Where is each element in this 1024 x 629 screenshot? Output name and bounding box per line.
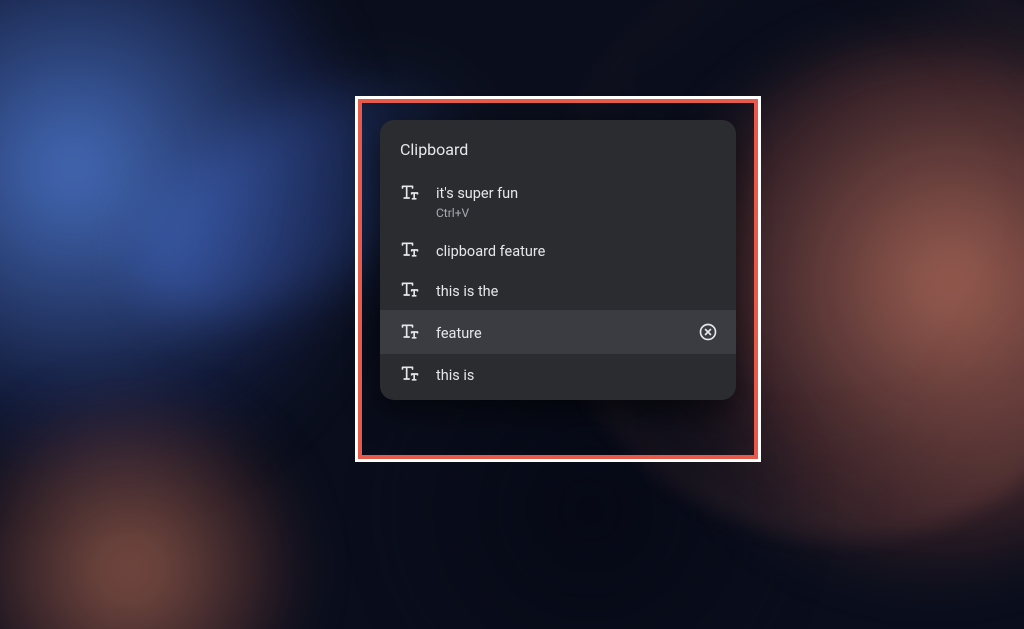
clipboard-item-shortcut: Ctrl+V	[436, 206, 720, 220]
clipboard-panel: Clipboard it's super fun Ctrl+V clipboar…	[380, 120, 736, 400]
clipboard-item-text: clipboard feature	[436, 243, 545, 260]
clipboard-panel-title: Clipboard	[380, 136, 736, 173]
text-type-icon	[400, 280, 420, 300]
clipboard-item[interactable]: clipboard feature	[380, 230, 736, 270]
clipboard-item-text: this is	[436, 367, 474, 384]
clipboard-item[interactable]: this is the	[380, 270, 736, 310]
text-type-icon	[400, 183, 420, 203]
clipboard-item[interactable]: this is	[380, 354, 736, 394]
clipboard-item-text: it's super fun	[436, 185, 518, 202]
clipboard-item[interactable]: feature	[380, 310, 736, 354]
text-type-icon	[400, 364, 420, 384]
clipboard-item[interactable]: it's super fun Ctrl+V	[380, 173, 736, 230]
text-type-icon	[400, 240, 420, 260]
text-type-icon	[400, 322, 420, 342]
clipboard-item-text: feature	[436, 325, 482, 342]
clipboard-item-delete-button[interactable]	[696, 320, 720, 344]
clipboard-item-text: this is the	[436, 283, 498, 300]
